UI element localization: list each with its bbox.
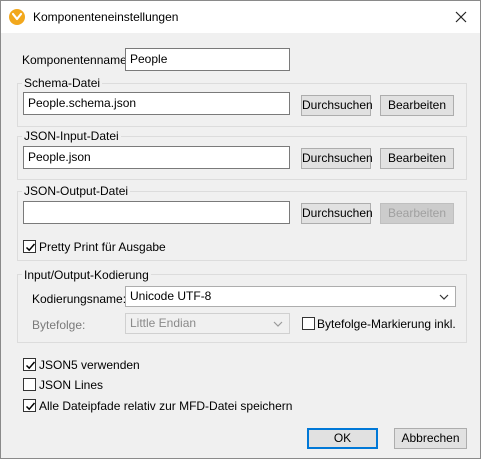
dialog-window: Komponenteneinstellungen Komponentenname… bbox=[0, 0, 481, 459]
input-file-input[interactable]: People.json bbox=[23, 146, 290, 169]
ok-button[interactable]: OK bbox=[307, 428, 378, 449]
schema-file-input[interactable]: People.schema.json bbox=[23, 92, 290, 115]
bom-label: Bytefolge-Markierung inkl. bbox=[317, 317, 456, 331]
relative-paths-label: Alle Dateipfade relativ zur MFD-Datei sp… bbox=[39, 399, 293, 413]
input-browse-button[interactable]: Durchsuchen bbox=[301, 148, 373, 169]
chevron-down-icon bbox=[273, 321, 283, 327]
json5-label: JSON5 verwenden bbox=[39, 358, 140, 372]
output-edit-button: Bearbeiten bbox=[380, 203, 454, 224]
byteorder-value: Little Endian bbox=[130, 316, 197, 330]
checkmark-icon bbox=[25, 361, 36, 370]
output-file-input[interactable] bbox=[23, 201, 290, 224]
input-file-group-title: JSON-Input-Datei bbox=[22, 129, 121, 143]
encoding-name-select[interactable]: Unicode UTF-8 bbox=[125, 286, 456, 307]
byteorder-label: Bytefolge: bbox=[32, 318, 86, 332]
chevron-down-icon bbox=[439, 294, 449, 300]
bom-checkbox[interactable] bbox=[302, 317, 315, 330]
checkmark-icon bbox=[25, 243, 36, 252]
schema-browse-button[interactable]: Durchsuchen bbox=[301, 95, 373, 116]
encoding-name-value: Unicode UTF-8 bbox=[130, 289, 212, 303]
close-icon bbox=[455, 11, 467, 23]
app-icon bbox=[9, 9, 25, 25]
window-title: Komponenteneinstellungen bbox=[33, 10, 179, 24]
relative-paths-checkbox[interactable] bbox=[23, 399, 36, 412]
component-name-label: Komponentenname: bbox=[22, 53, 131, 67]
encoding-group-title: Input/Output-Kodierung bbox=[22, 268, 151, 282]
component-name-input[interactable]: People bbox=[125, 48, 290, 71]
jsonlines-label: JSON Lines bbox=[39, 378, 104, 392]
schema-group-title: Schema-Datei bbox=[22, 76, 103, 90]
checkmark-icon bbox=[25, 402, 36, 411]
byteorder-select: Little Endian bbox=[125, 313, 290, 334]
output-file-group-title: JSON-Output-Datei bbox=[22, 184, 131, 198]
title-bar: Komponenteneinstellungen bbox=[1, 1, 480, 33]
encoding-name-label: Kodierungsname: bbox=[32, 292, 127, 306]
output-browse-button[interactable]: Durchsuchen bbox=[301, 203, 373, 224]
cancel-button[interactable]: Abbrechen bbox=[394, 428, 467, 449]
input-edit-button[interactable]: Bearbeiten bbox=[380, 148, 454, 169]
pretty-print-checkbox[interactable] bbox=[23, 240, 36, 253]
pretty-print-label: Pretty Print für Ausgabe bbox=[39, 240, 166, 254]
jsonlines-checkbox[interactable] bbox=[23, 378, 36, 391]
schema-edit-button[interactable]: Bearbeiten bbox=[380, 95, 454, 116]
close-button[interactable] bbox=[448, 5, 474, 29]
json5-checkbox[interactable] bbox=[23, 358, 36, 371]
